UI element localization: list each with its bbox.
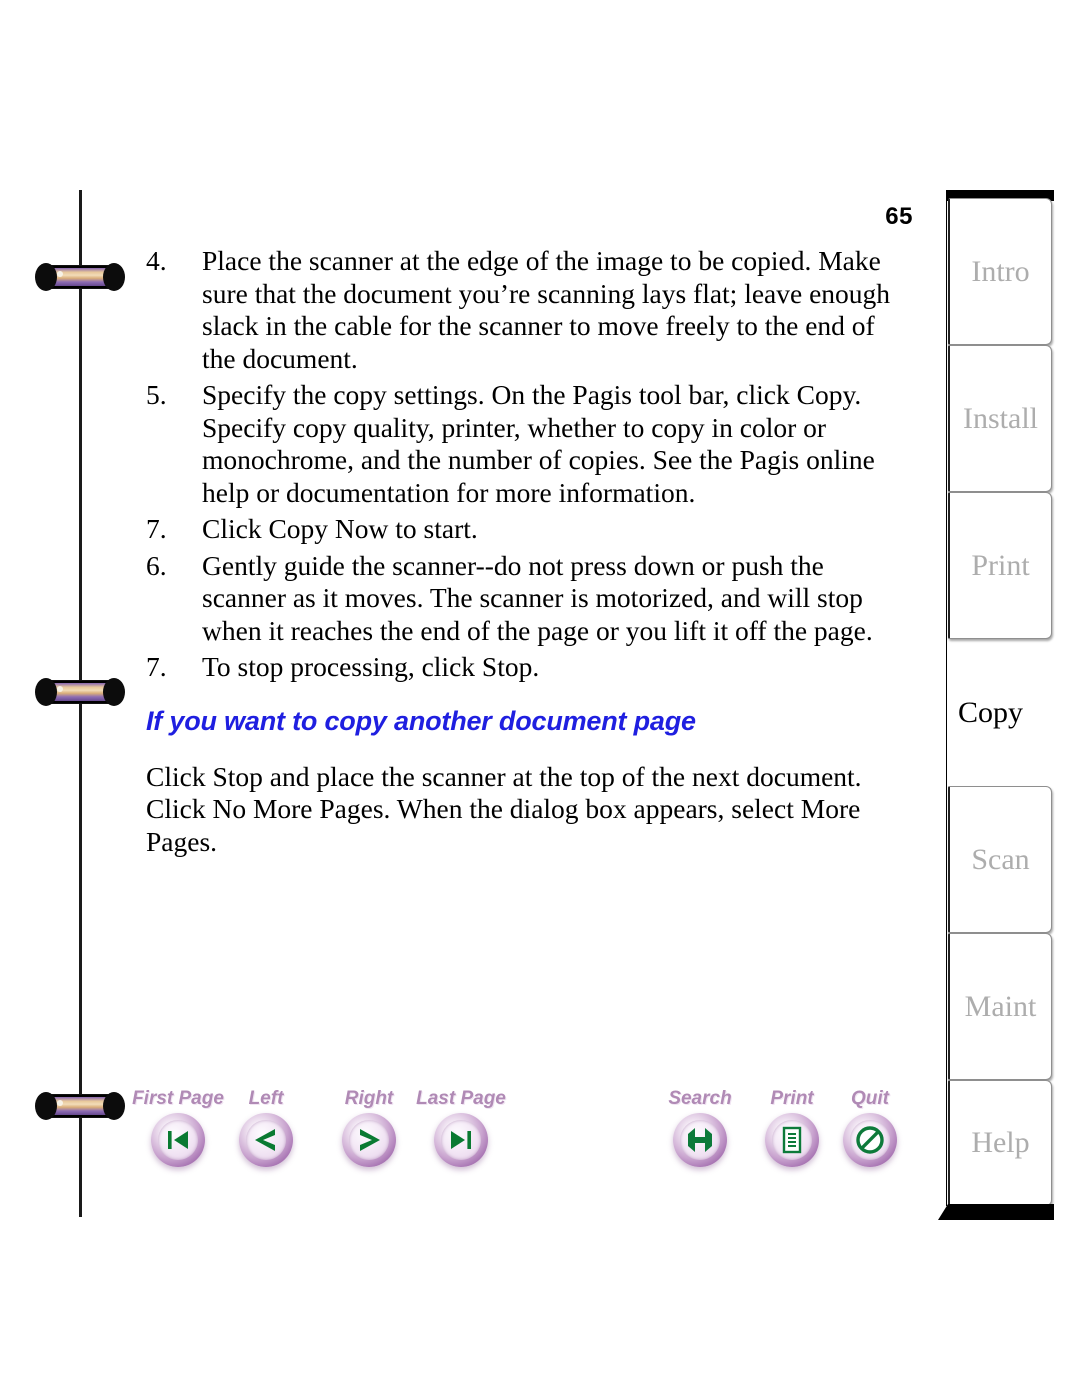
sidebar-item-label: Maint [964, 989, 1037, 1023]
list-item: 4. Place the scanner at the edge of the … [146, 245, 906, 375]
first-page-icon-glyph [168, 1131, 188, 1149]
step-text: Gently guide the scanner--do not press d… [202, 549, 873, 646]
sidebar-item-copy[interactable]: Copy [948, 639, 1052, 786]
quit-button[interactable]: Quit [824, 1088, 916, 1172]
binder-ring-highlight [57, 686, 63, 692]
sidebar-spine-edge [946, 198, 947, 1206]
step-number: 5. [146, 379, 167, 410]
procedure-step-list: 4. Place the scanner at the edge of the … [146, 245, 906, 684]
list-item: 7. Click Copy Now to start. [146, 513, 906, 546]
sidebar-item-label: Print [971, 548, 1030, 582]
sidebar-item-label: Install [963, 401, 1038, 435]
navigation-toolbar: First Page Left Right Last Page Search P… [132, 1088, 922, 1188]
left-page-button[interactable]: Left [220, 1088, 312, 1172]
sidebar-item-intro[interactable]: Intro [948, 198, 1052, 345]
list-item: 6. Gently guide the scanner--do not pres… [146, 550, 906, 648]
right-arrow-icon[interactable] [342, 1113, 396, 1167]
page-content: 4. Place the scanner at the edge of the … [146, 245, 906, 858]
quit-label: Quit [851, 1088, 889, 1109]
print-icon-glyph [782, 1126, 802, 1154]
left-page-label: Left [248, 1088, 284, 1109]
sidebar-item-print[interactable]: Print [948, 492, 1052, 639]
quit-icon[interactable] [843, 1113, 897, 1167]
binder-ring-middle [35, 678, 125, 706]
list-item: 7. To stop processing, click Stop. [146, 651, 906, 684]
right-arrow-icon-glyph [360, 1129, 380, 1151]
binder-ring-bottom [35, 1092, 125, 1120]
last-page-button[interactable]: Last Page [415, 1088, 507, 1172]
sidebar-item-install[interactable]: Install [948, 345, 1052, 492]
sidebar-item-label: Help [971, 1126, 1030, 1159]
first-page-label: First Page [132, 1088, 224, 1109]
search-button[interactable]: Search [654, 1088, 746, 1172]
list-item: 5. Specify the copy settings. On the Pag… [146, 379, 906, 509]
first-page-button[interactable]: First Page [132, 1088, 224, 1172]
sidebar-item-label: Intro [971, 254, 1030, 288]
sidebar-item-label: Scan [971, 842, 1030, 876]
binder-ring-highlight [57, 1100, 63, 1106]
sidebar-item-maint[interactable]: Maint [948, 933, 1052, 1080]
sidebar-item-help[interactable]: Help [948, 1080, 1052, 1206]
right-page-label: Right [344, 1088, 394, 1109]
right-page-button[interactable]: Right [323, 1088, 415, 1172]
search-icon[interactable] [673, 1113, 727, 1167]
step-text: Specify the copy settings. On the Pagis … [202, 379, 875, 508]
section-tab-sidebar: Intro Install Print Copy Scan Maint Help [938, 190, 1054, 1220]
step-text: Place the scanner at the edge of the ima… [202, 245, 891, 374]
step-number: 4. [146, 245, 167, 276]
step-number: 7. [146, 513, 167, 544]
page-number: 65 [885, 203, 913, 230]
step-text: Click Copy Now to start. [202, 513, 478, 544]
sidebar-item-label: Copy [958, 695, 1024, 729]
step-text: To stop processing, click Stop. [202, 651, 540, 682]
sidebar-bottom-shadow [938, 1204, 1054, 1220]
section-paragraph: Click Stop and place the scanner at the … [146, 760, 862, 857]
sidebar-item-scan[interactable]: Scan [948, 786, 1052, 933]
binder-ring-top [35, 263, 125, 291]
first-page-icon[interactable] [151, 1113, 205, 1167]
step-number: 6. [146, 549, 167, 581]
binder-ring-highlight [57, 271, 63, 277]
left-arrow-icon[interactable] [239, 1113, 293, 1167]
quit-icon-glyph [856, 1126, 884, 1154]
search-icon-glyph [688, 1128, 712, 1152]
left-arrow-icon-glyph [255, 1129, 275, 1151]
print-icon[interactable] [765, 1113, 819, 1167]
search-label: Search [668, 1088, 732, 1109]
section-heading: If you want to copy another document pag… [146, 705, 696, 736]
last-page-icon[interactable] [434, 1113, 488, 1167]
last-page-icon-glyph [451, 1131, 471, 1149]
last-page-label: Last Page [416, 1088, 506, 1109]
step-number: 7. [146, 651, 167, 682]
